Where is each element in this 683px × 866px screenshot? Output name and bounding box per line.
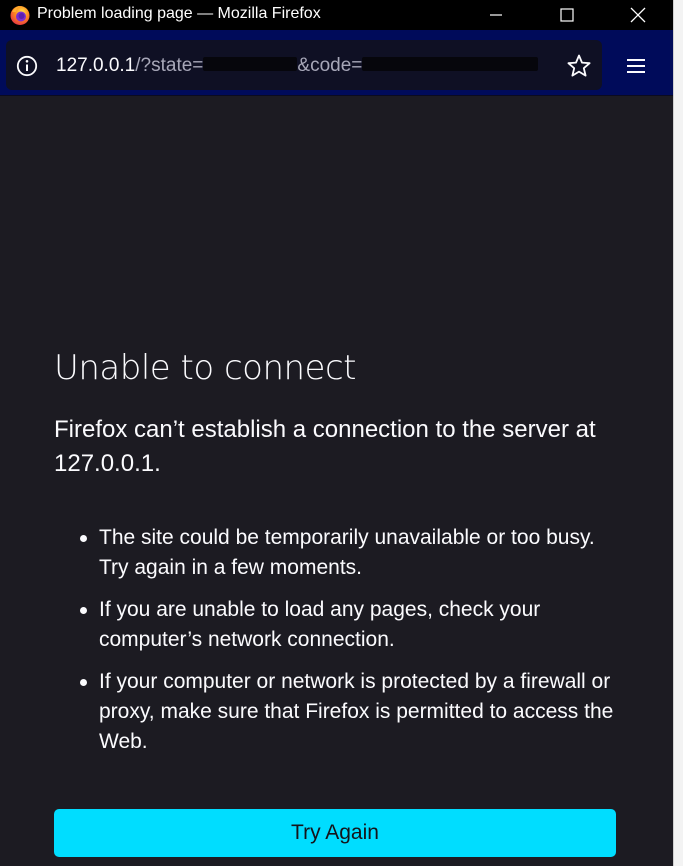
close-icon	[630, 7, 646, 23]
list-item: The site could be temporarily unavailabl…	[54, 523, 629, 583]
suggestion-text: The site could be temporarily unavailabl…	[99, 526, 595, 579]
url-host: 127.0.0.1	[56, 55, 136, 76]
hamburger-menu-icon[interactable]	[625, 55, 647, 77]
suggestion-text: If your computer or network is protected…	[99, 670, 614, 753]
list-item: If you are unable to load any pages, che…	[54, 595, 629, 655]
background-window-edge	[673, 0, 683, 866]
url-query-code: &code=	[297, 55, 363, 76]
try-again-button[interactable]: Try Again	[54, 809, 616, 857]
firefox-logo-icon	[10, 6, 30, 25]
url-query-state: /?state=	[135, 55, 204, 76]
minimize-icon	[490, 14, 502, 16]
window-title: Problem loading page — Mozilla Firefox	[37, 5, 321, 22]
error-heading: Unable to connect	[54, 348, 357, 388]
bullet-icon	[80, 607, 87, 614]
toolbar-divider	[0, 95, 673, 96]
minimize-button[interactable]	[474, 0, 518, 30]
url-text[interactable]: 127.0.0.1/?state= &code=	[56, 55, 539, 77]
suggestion-text: If you are unable to load any pages, che…	[99, 598, 541, 651]
firefox-window: Problem loading page — Mozilla Firefox 1…	[0, 0, 673, 866]
bullet-icon	[80, 679, 87, 686]
info-icon[interactable]	[16, 55, 38, 77]
title-bar: Problem loading page — Mozilla Firefox	[0, 0, 673, 30]
maximize-button[interactable]	[545, 0, 589, 30]
bullet-icon	[80, 535, 87, 542]
suggestions-list: The site could be temporarily unavailabl…	[54, 523, 629, 769]
redacted-state-value	[203, 57, 298, 72]
maximize-icon	[560, 8, 574, 22]
list-item: If your computer or network is protected…	[54, 667, 629, 757]
close-window-button[interactable]	[616, 0, 660, 30]
star-icon[interactable]	[566, 53, 592, 79]
error-description: Firefox can’t establish a connection to …	[54, 416, 596, 477]
window-border	[673, 0, 674, 866]
redacted-code-value	[362, 57, 539, 72]
